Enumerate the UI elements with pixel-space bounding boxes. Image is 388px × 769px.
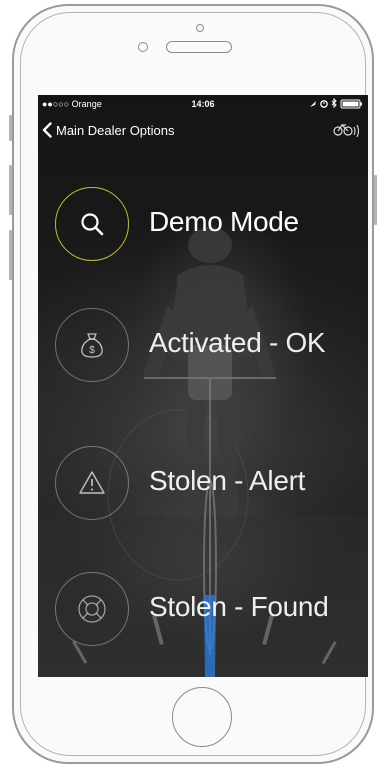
front-camera (196, 24, 204, 32)
menu-label: Stolen - Alert (149, 465, 306, 496)
mute-switch (9, 115, 12, 141)
status-indicators-icon (310, 97, 362, 109)
menu-item-stolen-alert[interactable]: Stolen - Alert (55, 446, 360, 522)
menu-label: Demo Mode (149, 206, 299, 237)
bike-wifi-icon (333, 124, 360, 138)
menu-circle: $ (55, 308, 129, 382)
search-icon (81, 213, 104, 236)
svg-text:$: $ (89, 345, 95, 356)
home-button[interactable] (172, 687, 232, 747)
back-button-label: Main Dealer Options (56, 122, 175, 138)
power-button (374, 175, 377, 225)
proximity-sensor (138, 42, 148, 52)
status-icons (308, 97, 364, 110)
menu-item-stolen-found[interactable]: Stolen - Found (55, 572, 360, 648)
money-bag-icon: $ (81, 333, 103, 358)
bike-logo[interactable] (333, 121, 363, 142)
menu-circle (55, 187, 129, 261)
status-bar: ●●○○○ Orange 14:06 (38, 95, 368, 113)
menu-circle (55, 572, 129, 646)
back-button[interactable]: Main Dealer Options (42, 120, 175, 140)
volume-up-button (9, 165, 12, 215)
menu-circle (55, 446, 129, 520)
clock-label: 14:06 (191, 99, 215, 109)
menu-item-activated-ok[interactable]: $ Activated - OK (55, 308, 360, 384)
menu-label: Activated - OK (149, 327, 326, 358)
carrier-label: ●●○○○ Orange (42, 99, 102, 109)
app-screen: ●●○○○ Orange 14:06 Main Dealer Options D… (38, 95, 368, 677)
volume-down-button (9, 230, 12, 280)
warning-icon (79, 471, 105, 494)
lifebuoy-icon (78, 595, 106, 623)
earpiece-speaker (166, 41, 232, 53)
chevron-left-icon (42, 122, 52, 138)
menu-item-demo-mode[interactable]: Demo Mode (55, 187, 360, 263)
menu-label: Stolen - Found (149, 591, 329, 622)
navigation-bar: Main Dealer Options (38, 117, 368, 143)
